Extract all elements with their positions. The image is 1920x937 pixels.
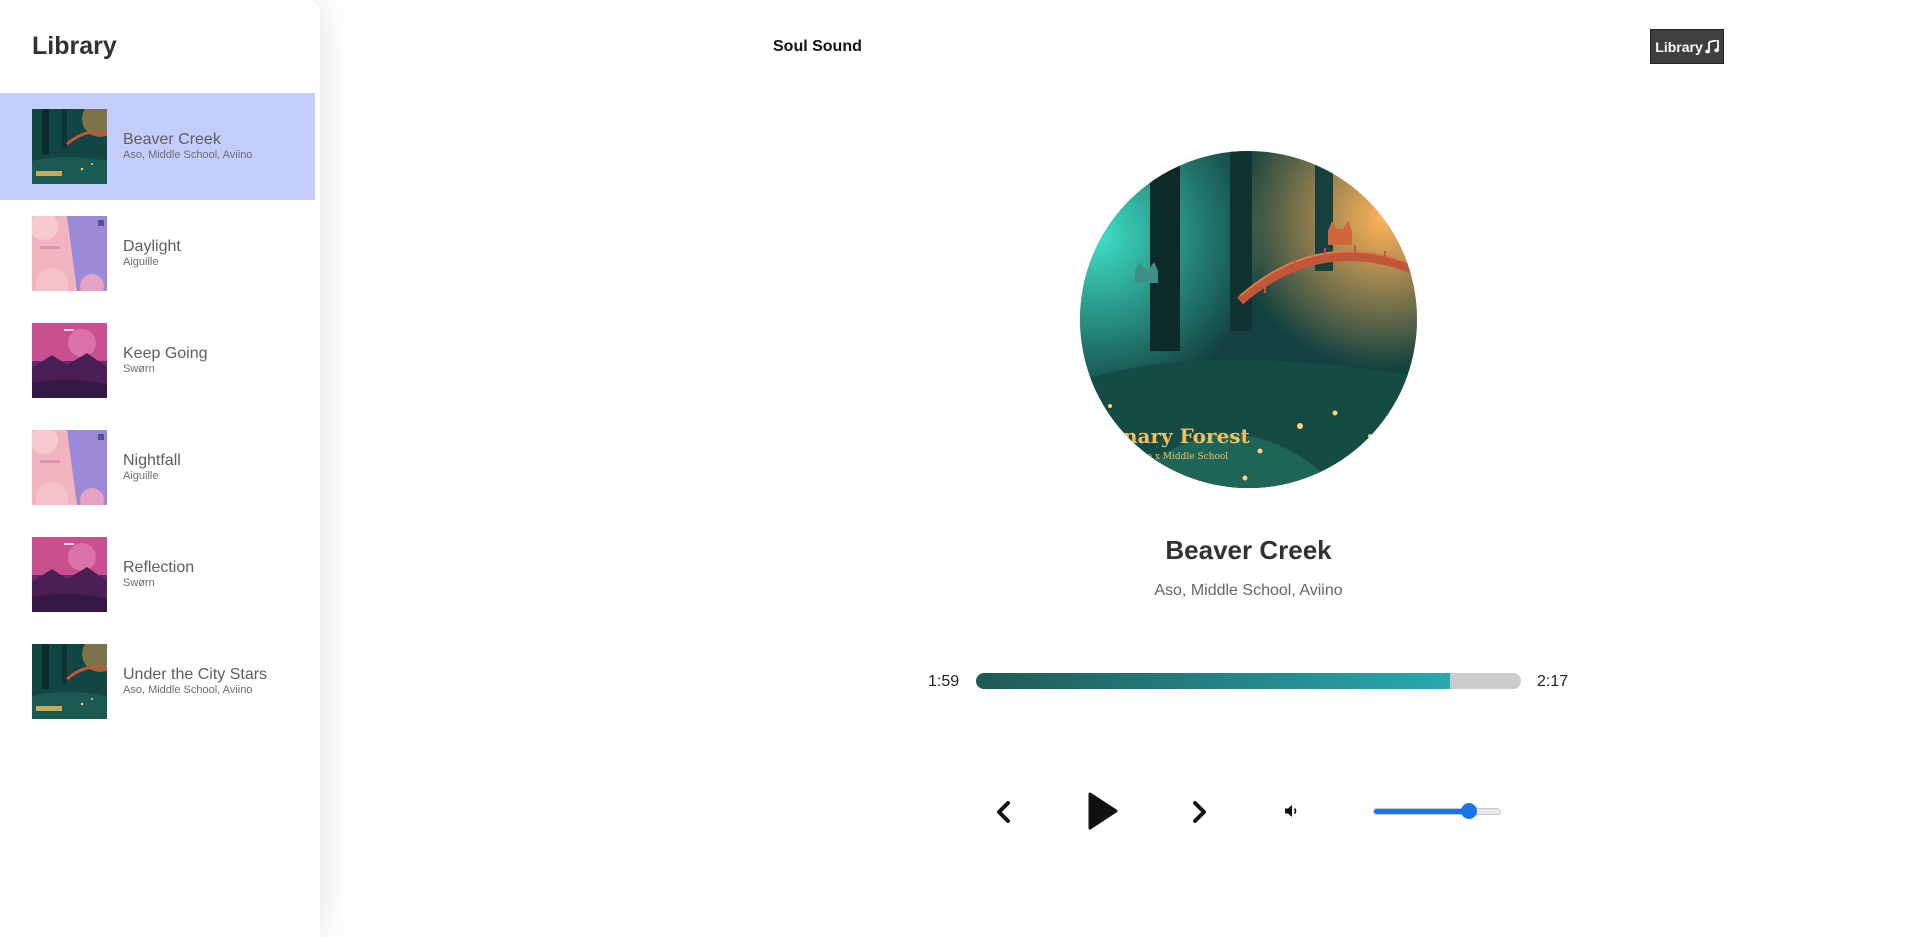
speaker-icon [1285, 805, 1297, 817]
volume-slider[interactable] [1373, 802, 1501, 820]
total-time: 2:17 [1537, 673, 1569, 690]
song-name: Under the City Stars [123, 666, 268, 683]
song-artist: Aso, Middle School, Aviino [123, 149, 253, 161]
song-cover [32, 323, 107, 398]
song-list: Beaver Creek Aso, Middle School, Aviino … [0, 93, 315, 735]
album-art-subtext: iino x Middle School [1135, 452, 1228, 462]
now-playing-artist: Aso, Middle School, Aviino [1154, 582, 1343, 599]
song-name: Nightfall [123, 452, 181, 469]
song-cover [32, 430, 107, 505]
song-artist: Aso, Middle School, Aviino [123, 684, 253, 696]
song-info: Under the City Stars Aso, Middle School,… [123, 666, 267, 697]
song-item-reflection[interactable]: Reflection Swørn [0, 521, 315, 628]
progress-bar[interactable] [976, 673, 1521, 689]
song-artist: Swørn [123, 577, 155, 589]
song-cover [32, 216, 107, 291]
current-time: 1:59 [928, 673, 960, 690]
song-name: Keep Going [123, 345, 208, 362]
song-info: Reflection Swørn [123, 559, 194, 590]
volume-track [1373, 808, 1501, 815]
song-info: Keep Going Swørn [123, 345, 208, 376]
progress-fill [976, 673, 1451, 689]
app-name: Soul Sound [773, 38, 862, 55]
song-info: Beaver Creek Aso, Middle School, Aviino [123, 131, 252, 162]
music-note-icon [1704, 39, 1719, 54]
previous-button[interactable] [993, 799, 1015, 825]
song-cover [32, 537, 107, 612]
song-info: Nightfall Aiguille [123, 452, 181, 483]
next-button[interactable] [1188, 799, 1210, 825]
song-artist: Swørn [123, 363, 155, 375]
song-cover [32, 644, 107, 719]
play-button[interactable] [1085, 791, 1119, 831]
volume-fill [1374, 809, 1469, 814]
library-toggle-button[interactable]: Library [1650, 29, 1724, 64]
song-item-keep-going[interactable]: Keep Going Swørn [0, 307, 315, 414]
album-art-text: anary Forest [1110, 424, 1251, 448]
song-name: Beaver Creek [123, 131, 221, 148]
album-art: anary Forest iino x Middle School [1080, 151, 1417, 488]
chevron-right-icon [1193, 801, 1206, 823]
volume-button[interactable] [1283, 802, 1301, 820]
song-artist: Aiguille [123, 470, 159, 482]
now-playing-title: Beaver Creek [1165, 535, 1332, 565]
song-artist: Aiguille [123, 256, 159, 268]
song-item-nightfall[interactable]: Nightfall Aiguille [0, 414, 315, 521]
library-button-label: Library [1655, 38, 1703, 55]
play-icon [1088, 792, 1118, 830]
app: Library Beaver Creek Aso, Middle School,… [0, 0, 1920, 937]
song-item-under-the-city-stars[interactable]: Under the City Stars Aso, Middle School,… [0, 628, 315, 735]
song-cover [32, 109, 107, 184]
song-name: Reflection [123, 559, 195, 576]
song-item-beaver-creek[interactable]: Beaver Creek Aso, Middle School, Aviino [0, 93, 315, 200]
volume-thumb[interactable] [1461, 803, 1477, 819]
library-title: Library [32, 32, 117, 60]
song-name: Daylight [123, 238, 181, 255]
chevron-left-icon [997, 801, 1010, 823]
song-info: Daylight Aiguille [123, 238, 181, 269]
song-item-daylight[interactable]: Daylight Aiguille [0, 200, 315, 307]
library-sidebar: Library Beaver Creek Aso, Middle School,… [0, 0, 320, 937]
